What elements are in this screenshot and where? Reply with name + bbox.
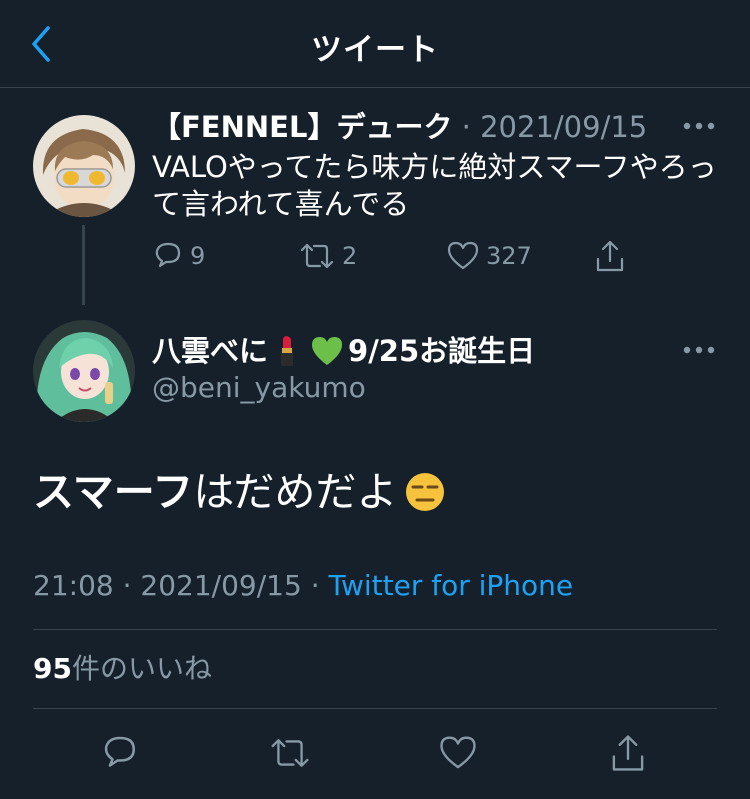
author-name-suffix: 9/25お誕生日 xyxy=(348,334,536,368)
more-icon xyxy=(683,122,715,130)
share-button[interactable] xyxy=(608,733,648,773)
thread-connector xyxy=(82,225,85,305)
like-label: 件のいいね xyxy=(71,652,212,685)
retweet-button[interactable] xyxy=(268,733,312,773)
author-name[interactable]: 八雲べに 9/25お誕生日 xyxy=(152,332,535,370)
parent-reply-button[interactable]: 9 xyxy=(152,236,205,276)
parent-tweet-header: 【FENNEL】デューク · 2021/09/15 xyxy=(152,108,647,146)
tweet-text: スマーフ はだめだよ xyxy=(33,466,446,518)
separator: · xyxy=(113,569,141,602)
tweet-time: 21:08 xyxy=(33,569,114,602)
reply-icon xyxy=(104,736,135,767)
parent-separator: · xyxy=(461,110,471,144)
parent-like-button[interactable]: 327 xyxy=(446,236,532,276)
parent-reply-count: 9 xyxy=(190,242,206,270)
tweet-more-button[interactable] xyxy=(682,345,716,355)
page-title: ツイート xyxy=(311,32,439,68)
parent-retweet-button[interactable]: 2 xyxy=(298,236,357,276)
lipstick-emoji-icon xyxy=(281,336,294,366)
author-name-prefix: 八雲べに xyxy=(152,334,269,368)
like-button[interactable] xyxy=(438,733,478,773)
top-bar: ツイート xyxy=(0,0,750,88)
parent-more-button[interactable] xyxy=(682,121,716,131)
tweet-text-rest: はだめだよ xyxy=(193,468,398,516)
parent-share-button[interactable] xyxy=(594,236,626,276)
parent-tweet-text: VALOやってたら味方に絶対スマーフやろって言われて喜んでる xyxy=(152,150,717,221)
likes-summary[interactable]: 95件のいいね xyxy=(33,651,212,687)
avatar-beni-yakumo[interactable] xyxy=(33,320,135,422)
reply-button[interactable] xyxy=(100,733,140,773)
more-icon xyxy=(683,346,715,354)
share-icon xyxy=(612,735,644,771)
green-heart-emoji-icon xyxy=(312,337,343,365)
parent-date[interactable]: 2021/09/15 xyxy=(480,110,647,144)
avatar-fennel-duke[interactable] xyxy=(33,115,135,217)
retweet-icon xyxy=(271,739,309,767)
author-handle[interactable]: @beni_yakumo xyxy=(152,370,366,406)
separator: · xyxy=(301,569,329,602)
parent-author-name[interactable]: 【FENNEL】デューク xyxy=(152,110,452,144)
parent-retweet-count: 2 xyxy=(342,242,358,270)
heart-icon xyxy=(440,736,476,769)
tweet-text-bold: スマーフ xyxy=(33,468,194,516)
like-count: 95 xyxy=(33,652,72,685)
divider xyxy=(33,708,717,709)
reply-icon xyxy=(155,242,181,268)
tweet-timestamp: 21:08 · 2021/09/15 · Twitter for iPhone xyxy=(33,568,573,604)
expressionless-face-emoji-icon xyxy=(405,473,444,511)
divider xyxy=(33,629,717,630)
heart-icon xyxy=(447,241,479,270)
tweet-date: 2021/09/15 xyxy=(140,569,302,602)
parent-like-count: 327 xyxy=(486,242,532,270)
share-icon xyxy=(596,240,624,272)
tweet-source-link[interactable]: Twitter for iPhone xyxy=(329,569,574,602)
retweet-icon xyxy=(300,243,334,269)
